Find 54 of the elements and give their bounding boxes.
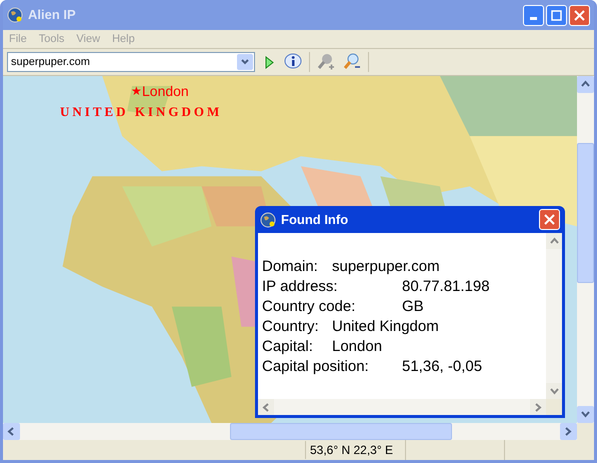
chevron-right-icon xyxy=(564,427,573,436)
scroll-down-button[interactable] xyxy=(577,406,594,423)
info-line: Capital: London xyxy=(262,337,382,357)
chevron-down-icon xyxy=(581,410,590,419)
info-line: Domain: superpuper.com xyxy=(262,257,440,277)
chevron-right-icon xyxy=(534,402,542,412)
menu-item[interactable]: File xyxy=(3,30,33,48)
zoom-out-icon xyxy=(343,53,361,71)
scroll-up-button[interactable] xyxy=(546,233,562,249)
dialog-title: Found Info xyxy=(281,210,350,229)
maximize-button[interactable] xyxy=(546,4,567,26)
scroll-down-button[interactable] xyxy=(546,383,562,399)
address-input[interactable]: superpuper.com xyxy=(8,54,237,70)
info-line: Country: United Kingdom xyxy=(262,317,439,337)
info-line: IP address: 80.77.81.198 xyxy=(262,277,490,297)
close-icon xyxy=(544,214,555,225)
scroll-thumb[interactable] xyxy=(577,143,594,283)
zoom-in-button[interactable] xyxy=(316,52,336,72)
minimize-icon xyxy=(530,16,537,20)
menu-item[interactable]: Help xyxy=(106,30,141,48)
country-label: UNITED KINGDOM xyxy=(60,105,222,118)
dropdown-button[interactable] xyxy=(237,54,253,70)
info-icon xyxy=(284,53,302,71)
maximize-icon xyxy=(551,10,562,20)
zoom-in-icon xyxy=(317,53,335,71)
app-icon xyxy=(7,7,23,23)
chevron-up-icon xyxy=(581,80,590,89)
scroll-thumb[interactable] xyxy=(230,423,452,440)
window-title: Alien IP xyxy=(28,6,77,24)
chevron-down-icon xyxy=(241,59,249,65)
chevron-up-icon xyxy=(550,236,558,246)
scroll-up-button[interactable] xyxy=(577,76,594,93)
app-icon xyxy=(260,212,276,228)
scroll-right-button[interactable] xyxy=(530,399,546,415)
menu-item[interactable]: Tools xyxy=(32,30,70,48)
close-button[interactable] xyxy=(569,4,590,26)
scroll-left-button[interactable] xyxy=(258,399,274,415)
chevron-left-icon xyxy=(7,427,16,436)
chevron-down-icon xyxy=(550,386,558,396)
close-button[interactable] xyxy=(539,209,560,230)
minimize-button[interactable] xyxy=(523,4,544,26)
city-label: London xyxy=(142,84,189,98)
close-icon xyxy=(574,10,585,20)
coordinates-text: 53,6° N 22,3° E xyxy=(305,441,405,459)
scroll-left-button[interactable] xyxy=(3,423,20,440)
star-symbol: ★ xyxy=(131,85,142,97)
menu-item[interactable]: View xyxy=(70,30,106,48)
info-line: Capital position: 51,36, -0,05 xyxy=(262,357,482,377)
address-combo[interactable]: superpuper.com xyxy=(7,52,255,72)
info-line: Country code: GB xyxy=(262,297,424,317)
zoom-out-button[interactable] xyxy=(342,52,362,72)
play-icon xyxy=(264,56,274,68)
scroll-right-button[interactable] xyxy=(560,423,577,440)
chevron-left-icon xyxy=(262,402,270,412)
